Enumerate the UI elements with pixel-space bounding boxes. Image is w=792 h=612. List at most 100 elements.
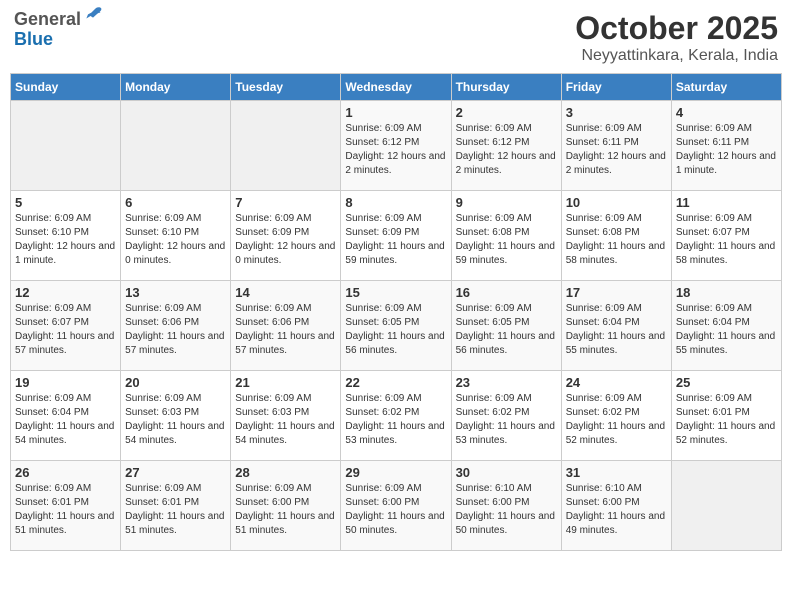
- calendar-cell: 31 Sunrise: 6:10 AM Sunset: 6:00 PM Dayli…: [561, 461, 671, 551]
- day-info: Sunrise: 6:09 AM Sunset: 6:06 PM Dayligh…: [235, 302, 336, 358]
- day-number: 31: [566, 465, 667, 480]
- day-number: 10: [566, 195, 667, 210]
- calendar-week-row: 5Sunrise: 6:09 AM Sunset: 6:10 PM Daylig…: [11, 191, 782, 281]
- day-number: 6: [125, 195, 226, 210]
- calendar-cell: 20 Sunrise: 6:09 AM Sunset: 6:03 PM Dayli…: [121, 371, 231, 461]
- calendar-cell: 21Sunrise: 6:09 AM Sunset: 6:03 PM Dayli…: [231, 371, 341, 461]
- day-number: 17: [566, 285, 667, 300]
- calendar-header-row: SundayMondayTuesdayWednesdayThursdayFrid…: [11, 74, 782, 101]
- day-number: 11: [676, 195, 777, 210]
- calendar-cell: 25Sunrise: 6:09 AM Sunset: 6:01 PM Dayli…: [671, 371, 781, 461]
- day-info: Sunrise: 6:09 AM Sunset: 6:10 PM Dayligh…: [15, 212, 116, 268]
- day-info: Sunrise: 6:09 AM Sunset: 6:08 PM Dayligh…: [566, 212, 667, 268]
- calendar-cell: [231, 101, 341, 191]
- calendar-cell: 26Sunrise: 6:09 AM Sunset: 6:01 PM Dayli…: [11, 461, 121, 551]
- calendar-body: 1 Sunrise: 6:09 AM Sunset: 6:12 PM Daylig…: [11, 101, 782, 551]
- logo-bird-icon: [83, 6, 103, 26]
- day-info: Sunrise: 6:09 AM Sunset: 6:01 PM Dayligh…: [125, 482, 226, 538]
- calendar-cell: 3Sunrise: 6:09 AM Sunset: 6:11 PM Daylig…: [561, 101, 671, 191]
- calendar-cell: 23 Sunrise: 6:09 AM Sunset: 6:02 PM Dayli…: [451, 371, 561, 461]
- calendar-cell: [671, 461, 781, 551]
- day-number: 28: [235, 465, 336, 480]
- day-info: Sunrise: 6:09 AM Sunset: 6:04 PM Dayligh…: [566, 302, 667, 358]
- calendar-week-row: 1 Sunrise: 6:09 AM Sunset: 6:12 PM Daylig…: [11, 101, 782, 191]
- calendar-cell: 13 Sunrise: 6:09 AM Sunset: 6:06 PM Dayli…: [121, 281, 231, 371]
- day-number: 15: [345, 285, 446, 300]
- calendar-week-row: 12 Sunrise: 6:09 AM Sunset: 6:07 PM Dayli…: [11, 281, 782, 371]
- day-number: 7: [235, 195, 336, 210]
- calendar-week-row: 26Sunrise: 6:09 AM Sunset: 6:01 PM Dayli…: [11, 461, 782, 551]
- day-info: Sunrise: 6:09 AM Sunset: 6:12 PM Dayligh…: [456, 122, 557, 178]
- day-number: 9: [456, 195, 557, 210]
- day-info: Sunrise: 6:09 AM Sunset: 6:11 PM Dayligh…: [566, 122, 667, 178]
- day-info: Sunrise: 6:09 AM Sunset: 6:09 PM Dayligh…: [345, 212, 446, 268]
- title-block: October 2025 Neyyattinkara, Kerala, Indi…: [575, 10, 778, 65]
- day-info: Sunrise: 6:09 AM Sunset: 6:05 PM Dayligh…: [456, 302, 557, 358]
- calendar-cell: 19Sunrise: 6:09 AM Sunset: 6:04 PM Dayli…: [11, 371, 121, 461]
- day-number: 18: [676, 285, 777, 300]
- weekday-header: Monday: [121, 74, 231, 101]
- logo: General Blue: [14, 10, 103, 50]
- calendar-cell: 22Sunrise: 6:09 AM Sunset: 6:02 PM Dayli…: [341, 371, 451, 461]
- day-info: Sunrise: 6:09 AM Sunset: 6:12 PM Dayligh…: [345, 122, 446, 178]
- day-number: 19: [15, 375, 116, 390]
- calendar-table: SundayMondayTuesdayWednesdayThursdayFrid…: [10, 73, 782, 551]
- day-number: 4: [676, 105, 777, 120]
- calendar-cell: [11, 101, 121, 191]
- day-number: 23: [456, 375, 557, 390]
- weekday-header: Sunday: [11, 74, 121, 101]
- weekday-header: Wednesday: [341, 74, 451, 101]
- day-info: Sunrise: 6:09 AM Sunset: 6:07 PM Dayligh…: [676, 212, 777, 268]
- calendar-week-row: 19Sunrise: 6:09 AM Sunset: 6:04 PM Dayli…: [11, 371, 782, 461]
- day-info: Sunrise: 6:09 AM Sunset: 6:05 PM Dayligh…: [345, 302, 446, 358]
- day-info: Sunrise: 6:09 AM Sunset: 6:08 PM Dayligh…: [456, 212, 557, 268]
- day-info: Sunrise: 6:10 AM Sunset: 6:00 PM Dayligh…: [456, 482, 557, 538]
- day-info: Sunrise: 6:09 AM Sunset: 6:11 PM Dayligh…: [676, 122, 777, 178]
- calendar-cell: 27Sunrise: 6:09 AM Sunset: 6:01 PM Dayli…: [121, 461, 231, 551]
- calendar-cell: 5Sunrise: 6:09 AM Sunset: 6:10 PM Daylig…: [11, 191, 121, 281]
- day-info: Sunrise: 6:09 AM Sunset: 6:01 PM Dayligh…: [15, 482, 116, 538]
- location-subtitle: Neyyattinkara, Kerala, India: [575, 47, 778, 65]
- day-number: 25: [676, 375, 777, 390]
- calendar-cell: 4 Sunrise: 6:09 AM Sunset: 6:11 PM Daylig…: [671, 101, 781, 191]
- day-info: Sunrise: 6:09 AM Sunset: 6:03 PM Dayligh…: [235, 392, 336, 448]
- day-number: 13: [125, 285, 226, 300]
- day-info: Sunrise: 6:09 AM Sunset: 6:03 PM Dayligh…: [125, 392, 226, 448]
- day-info: Sunrise: 6:09 AM Sunset: 6:00 PM Dayligh…: [345, 482, 446, 538]
- calendar-cell: 1 Sunrise: 6:09 AM Sunset: 6:12 PM Daylig…: [341, 101, 451, 191]
- day-info: Sunrise: 6:10 AM Sunset: 6:00 PM Dayligh…: [566, 482, 667, 538]
- day-number: 22: [345, 375, 446, 390]
- day-info: Sunrise: 6:09 AM Sunset: 6:02 PM Dayligh…: [566, 392, 667, 448]
- day-info: Sunrise: 6:09 AM Sunset: 6:04 PM Dayligh…: [676, 302, 777, 358]
- day-info: Sunrise: 6:09 AM Sunset: 6:06 PM Dayligh…: [125, 302, 226, 358]
- day-number: 30: [456, 465, 557, 480]
- calendar-cell: [121, 101, 231, 191]
- weekday-header: Saturday: [671, 74, 781, 101]
- day-info: Sunrise: 6:09 AM Sunset: 6:02 PM Dayligh…: [456, 392, 557, 448]
- day-number: 1: [345, 105, 446, 120]
- calendar-cell: 16 Sunrise: 6:09 AM Sunset: 6:05 PM Dayli…: [451, 281, 561, 371]
- logo-blue: Blue: [14, 30, 103, 50]
- calendar-cell: 17 Sunrise: 6:09 AM Sunset: 6:04 PM Dayli…: [561, 281, 671, 371]
- day-info: Sunrise: 6:09 AM Sunset: 6:10 PM Dayligh…: [125, 212, 226, 268]
- day-number: 20: [125, 375, 226, 390]
- calendar-cell: 14Sunrise: 6:09 AM Sunset: 6:06 PM Dayli…: [231, 281, 341, 371]
- calendar-cell: 11 Sunrise: 6:09 AM Sunset: 6:07 PM Dayli…: [671, 191, 781, 281]
- calendar-cell: 2Sunrise: 6:09 AM Sunset: 6:12 PM Daylig…: [451, 101, 561, 191]
- weekday-header: Friday: [561, 74, 671, 101]
- calendar-cell: 24 Sunrise: 6:09 AM Sunset: 6:02 PM Dayli…: [561, 371, 671, 461]
- day-number: 16: [456, 285, 557, 300]
- calendar-cell: 8 Sunrise: 6:09 AM Sunset: 6:09 PM Daylig…: [341, 191, 451, 281]
- calendar-cell: 7Sunrise: 6:09 AM Sunset: 6:09 PM Daylig…: [231, 191, 341, 281]
- day-info: Sunrise: 6:09 AM Sunset: 6:07 PM Dayligh…: [15, 302, 116, 358]
- calendar-cell: 9 Sunrise: 6:09 AM Sunset: 6:08 PM Daylig…: [451, 191, 561, 281]
- day-number: 29: [345, 465, 446, 480]
- calendar-cell: 30 Sunrise: 6:10 AM Sunset: 6:00 PM Dayli…: [451, 461, 561, 551]
- weekday-header: Thursday: [451, 74, 561, 101]
- month-title: October 2025: [575, 10, 778, 47]
- calendar-cell: 6 Sunrise: 6:09 AM Sunset: 6:10 PM Daylig…: [121, 191, 231, 281]
- day-info: Sunrise: 6:09 AM Sunset: 6:00 PM Dayligh…: [235, 482, 336, 538]
- day-number: 8: [345, 195, 446, 210]
- day-number: 24: [566, 375, 667, 390]
- day-number: 12: [15, 285, 116, 300]
